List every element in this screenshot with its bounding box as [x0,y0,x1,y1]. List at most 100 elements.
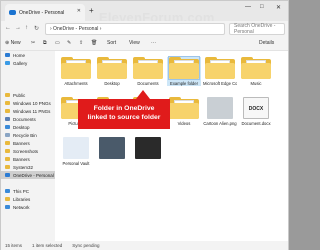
sidebar-item[interactable]: Windows 10 PNGs [1,99,55,107]
sidebar-item[interactable]: Banners [1,155,55,163]
details-button[interactable]: Details [259,40,274,46]
address-bar[interactable]: › OneDrive - Personal › [45,23,225,35]
new-button[interactable]: ⊕ New [5,40,21,46]
file-label: Personal Vault [62,161,90,166]
close-window-button[interactable]: ✕ [276,4,281,11]
sidebar-item[interactable]: System32 [1,163,55,171]
file-label: Music [250,81,262,86]
file-label: Desktop [104,81,120,86]
refresh-icon[interactable]: ↻ [34,25,39,32]
file-item[interactable]: Personal Vault [59,137,93,166]
sidebar-item[interactable]: Libraries [1,195,55,203]
sidebar-item[interactable]: This PC [1,187,55,195]
sidebar-item-icon [5,117,10,121]
sidebar-item-icon [5,61,10,65]
folder-icon [169,97,199,119]
file-item[interactable]: Music [239,57,273,86]
sidebar-item[interactable]: Public [1,91,55,99]
folder-icon [168,56,200,80]
sidebar-item-icon [5,189,10,193]
search-input[interactable]: Search OneDrive - Personal [229,23,285,35]
sidebar-item-label: Public [13,92,26,98]
address-text: › OneDrive - Personal › [50,26,102,32]
sidebar-item-icon [5,173,10,177]
paste-icon[interactable]: ▭ [55,40,60,46]
sync-status: Sync pending [72,243,100,248]
more-button[interactable]: ··· [151,40,156,46]
file-label: Videos [177,121,191,126]
rename-icon[interactable]: ✎ [67,40,71,46]
sidebar-item[interactable]: OneDrive - Personal [1,171,55,179]
sidebar-item[interactable]: Network [1,203,55,211]
item-count: 15 items [5,243,23,248]
file-label: Example folder [170,81,198,86]
sort-button[interactable]: Sort [107,40,116,46]
command-bar: ⊕ New ✂ ⧉ ▭ ✎ ⇪ 🗑 Sort View ··· Details [1,37,288,51]
file-item[interactable] [95,137,129,161]
view-button[interactable]: View [129,40,140,46]
file-item[interactable]: Videos [167,97,201,126]
sidebar-item-label: Home [13,52,26,58]
file-item[interactable]: DOCX Document.docx [239,97,273,126]
file-label: Cartoon Alien.png [203,121,237,126]
copy-icon[interactable]: ⧉ [43,40,47,46]
file-item[interactable]: Microsoft Edge Collections [203,57,237,86]
sidebar-item[interactable]: Desktop [1,123,55,131]
tab-title: OneDrive - Personal [19,9,65,16]
video-thumbnail [99,137,125,159]
sidebar-item-label: Windows 10 PNGs [13,100,51,106]
sidebar-item[interactable]: Gallery [1,59,55,67]
sidebar-item[interactable]: Screenshots [1,147,55,155]
sidebar-item-label: Screenshots [13,148,39,154]
delete-icon[interactable]: 🗑 [91,40,97,46]
sidebar-item-icon [5,53,10,57]
new-tab-button[interactable]: + [89,6,94,15]
cut-icon[interactable]: ✂ [31,40,35,46]
sidebar-item-icon [5,149,10,153]
sidebar-item[interactable] [1,83,55,91]
file-label: Documents [137,81,159,86]
tab-onedrive[interactable]: OneDrive - Personal ✕ [5,4,85,21]
close-tab-icon[interactable]: ✕ [77,8,81,14]
sidebar-item[interactable] [1,75,55,83]
file-view: Attachments Desktop Documents Example folde… [55,51,288,241]
file-item[interactable]: Cartoon Alien.png [203,97,237,126]
sidebar-item-label: Windows 11 PNGs [13,108,51,114]
share-icon[interactable]: ⇪ [79,40,83,46]
sidebar-item-icon [5,165,10,169]
onedrive-icon [9,10,16,15]
sidebar-item[interactable]: Home [1,51,55,59]
annotation-callout: Folder in OneDrive linked to source fold… [78,90,170,129]
file-item[interactable]: Documents [131,57,165,86]
sidebar-item-label: Network [13,204,30,210]
folder-icon [241,57,271,79]
vault-icon [63,137,89,159]
image-thumbnail [207,97,233,119]
sidebar-item-label: Banners [13,140,30,146]
minimize-button[interactable]: — [245,4,251,10]
sidebar-item[interactable] [1,179,55,187]
sidebar-item[interactable] [1,67,55,75]
forward-icon[interactable]: → [15,25,21,31]
back-icon[interactable]: ← [5,25,11,31]
sidebar-item[interactable]: Recycle Bin [1,131,55,139]
video-thumbnail [135,137,161,159]
navigation-bar: ← → ↑ ↻ › OneDrive - Personal › Search O… [1,21,288,37]
file-label: Microsoft Edge Collections [203,81,237,86]
sidebar-item[interactable]: Windows 11 PNGs [1,107,55,115]
file-item[interactable]: Example folder [167,56,201,86]
sidebar-item-icon [5,125,10,129]
folder-icon [205,57,235,79]
sidebar-item[interactable]: Documents [1,115,55,123]
file-item[interactable]: Attachments [59,57,93,86]
file-label: Attachments [64,81,88,86]
file-item[interactable] [131,137,165,161]
file-item[interactable]: Desktop [95,57,129,86]
navigation-pane: Home Gallery Public Windows 10 PNGs Windows … [1,51,55,241]
sidebar-item[interactable]: Banners [1,139,55,147]
search-placeholder: Search OneDrive - Personal [234,23,276,35]
up-icon[interactable]: ↑ [25,25,28,31]
sidebar-item-icon [5,101,10,105]
maximize-button[interactable]: □ [260,4,264,10]
sidebar-item-label: OneDrive - Personal [13,172,54,178]
